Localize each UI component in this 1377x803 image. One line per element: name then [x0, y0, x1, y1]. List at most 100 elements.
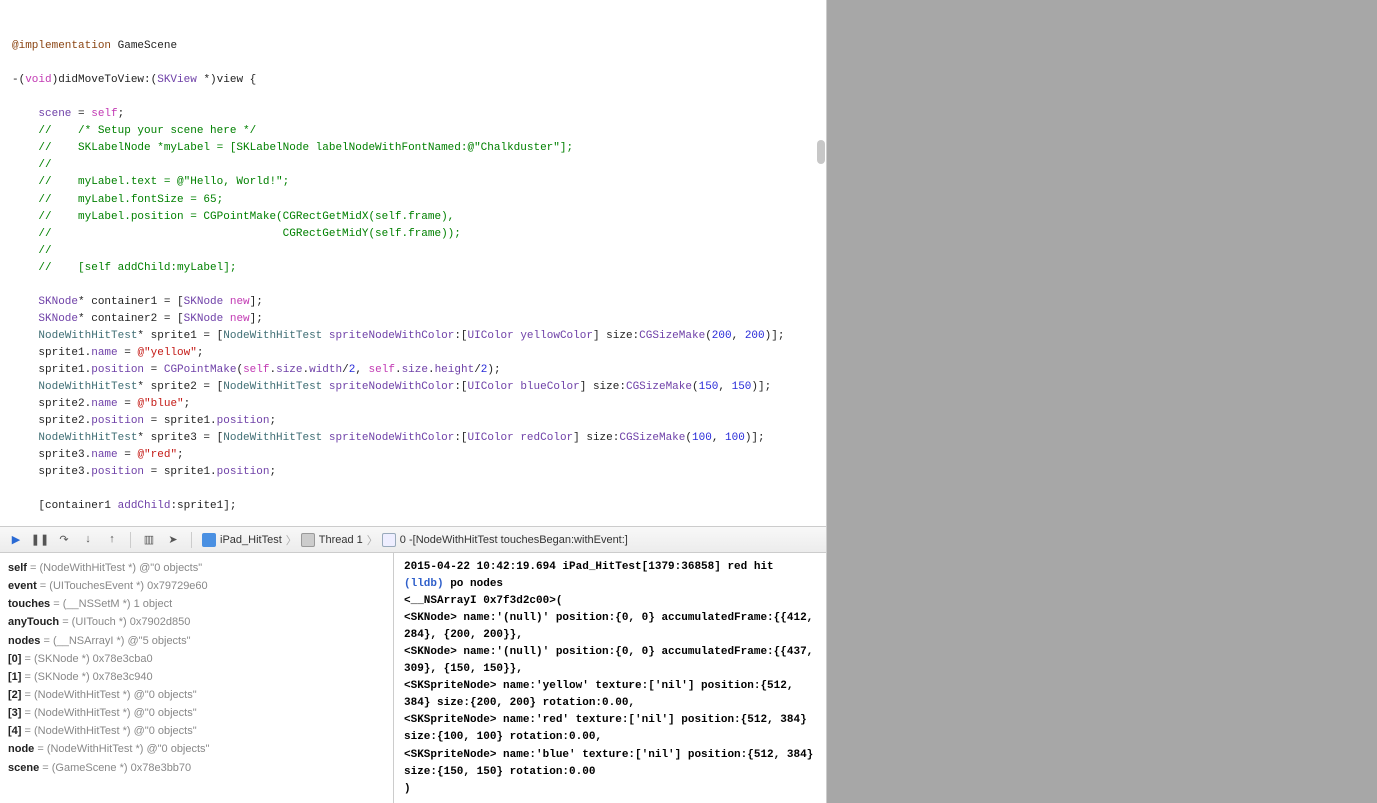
code-token: SKNode [184, 313, 224, 325]
code-token: ]; [250, 313, 263, 325]
code-token: * sprite3 = [ [137, 432, 223, 444]
code-token: @"yellow" [137, 347, 196, 359]
code-token: = [118, 398, 138, 410]
code-token: = sprite1. [144, 415, 217, 427]
variable-row[interactable]: [2] = (NodeWithHitTest *) @"0 objects" [8, 686, 385, 704]
variables-panel[interactable]: self = (NodeWithHitTest *) @"0 objects" … [0, 553, 394, 803]
variable-row[interactable]: [0] = (SKNode *) 0x78e3cba0 [8, 650, 385, 668]
code-comment: // /* Setup your scene here */ [12, 125, 256, 137]
code-token: sprite1. [12, 347, 91, 359]
code-comment: // myLabel.position = CGPointMake(CGRect… [12, 211, 454, 223]
variable-row[interactable]: touches = (__NSSetM *) 1 object [8, 595, 385, 613]
code-token: self [369, 364, 395, 376]
code-token: )]; [751, 381, 771, 393]
console-panel[interactable]: 2015-04-22 10:42:19.694 iPad_HitTest[137… [394, 553, 826, 803]
code-comment: // [self addChild:myLabel]; [12, 262, 236, 274]
variable-row[interactable]: scene = (GameScene *) 0x78e3bb70 [8, 759, 385, 777]
variable-row[interactable]: event = (UITouchesEvent *) 0x79729e60 [8, 577, 385, 595]
code-token: ; [118, 108, 125, 120]
variable-row[interactable]: [4] = (NodeWithHitTest *) @"0 objects" [8, 722, 385, 740]
code-token: blueColor [514, 381, 580, 393]
debug-area: self = (NodeWithHitTest *) @"0 objects" … [0, 553, 826, 803]
pause-icon[interactable]: ❚❚ [32, 532, 48, 548]
variable-row[interactable]: [1] = (SKNode *) 0x78e3c940 [8, 668, 385, 686]
project-icon [202, 533, 216, 547]
scrollbar-thumb[interactable] [817, 140, 825, 164]
code-editor[interactable]: @implementation GameScene -(void)didMove… [0, 0, 826, 527]
code-comment: // SKLabelNode *myLabel = [SKLabelNode l… [12, 142, 573, 154]
code-token: ; [269, 415, 276, 427]
code-token: * container2 = [ [78, 313, 184, 325]
variable-row[interactable]: [3] = (NodeWithHitTest *) @"0 objects" [8, 704, 385, 722]
view-hierarchy-icon[interactable]: ▥ [141, 532, 157, 548]
code-token: spriteNodeWithColor [322, 381, 454, 393]
code-token: NodeWithHitTest [223, 432, 322, 444]
code-token: sprite3. [12, 466, 91, 478]
step-over-icon[interactable]: ↷ [56, 532, 72, 548]
code-token: ; [197, 347, 204, 359]
code-token: ); [487, 364, 500, 376]
code-token: name [91, 398, 117, 410]
lldb-prompt: (lldb) [404, 578, 444, 590]
code-token: = [71, 108, 91, 120]
variable-row[interactable]: self = (NodeWithHitTest *) @"0 objects" [8, 559, 385, 577]
variable-row[interactable]: nodes = (__NSArrayI *) @"5 objects" [8, 632, 385, 650]
code-token: width [309, 364, 342, 376]
code-token: . [428, 364, 435, 376]
breadcrumb-frame: 0 -[NodeWithHitTest touchesBegan:withEve… [400, 534, 628, 546]
variable-row[interactable]: node = (NodeWithHitTest *) @"0 objects" [8, 740, 385, 758]
code-token: redColor [514, 432, 573, 444]
code-token: 150 [699, 381, 719, 393]
breadcrumb-project: iPad_HitTest [220, 534, 282, 546]
code-token: NodeWithHitTest [223, 381, 322, 393]
code-token: * sprite2 = [ [137, 381, 223, 393]
code-token: , [355, 364, 368, 376]
code-token: spriteNodeWithColor [322, 330, 454, 342]
variable-row[interactable]: anyTouch = (UITouch *) 0x7902d850 [8, 613, 385, 631]
code-token: new [223, 313, 249, 325]
code-token: , [718, 381, 731, 393]
debug-breadcrumb[interactable]: iPad_HitTest 〉 Thread 1 〉 0 -[NodeWithHi… [202, 532, 628, 548]
code-comment: // CGRectGetMidY(self.frame)); [12, 228, 461, 240]
lldb-command: po nodes [444, 578, 503, 590]
code-token: position [91, 466, 144, 478]
code-token: addChild [118, 500, 171, 512]
code-token: SKNode [12, 296, 78, 308]
code-token: , [712, 432, 725, 444]
console-output: <__NSArrayI 0x7f3d2c00>( <SKNode> name:'… [404, 595, 820, 795]
code-token: size [276, 364, 302, 376]
code-token: ] size: [593, 330, 639, 342]
code-token: ; [269, 466, 276, 478]
code-token: -( [12, 74, 25, 86]
code-token: . [395, 364, 402, 376]
code-token: CGSizeMake [619, 432, 685, 444]
code-token: scene [12, 108, 71, 120]
code-token: ] size: [580, 381, 626, 393]
code-token: )didMoveToView:( [52, 74, 158, 86]
code-token: NodeWithHitTest [12, 381, 137, 393]
code-token: CGSizeMake [639, 330, 705, 342]
code-token: spriteNodeWithColor [322, 432, 454, 444]
code-token: = [118, 449, 138, 461]
chevron-right-icon: 〉 [367, 532, 378, 548]
breadcrumb-thread: Thread 1 [319, 534, 363, 546]
code-token: ] size: [573, 432, 619, 444]
left-column: @implementation GameScene -(void)didMove… [0, 0, 827, 803]
code-token: = sprite1. [144, 466, 217, 478]
code-token: new [223, 296, 249, 308]
code-token: CGSizeMake [626, 381, 692, 393]
continue-icon[interactable]: ▶ [8, 532, 24, 548]
code-token: [container1 [12, 500, 118, 512]
code-token: ; [184, 398, 191, 410]
location-icon[interactable]: ➤ [165, 532, 181, 548]
code-token: * sprite1 = [ [137, 330, 223, 342]
code-token: void [25, 74, 51, 86]
step-in-icon[interactable]: ↓ [80, 532, 96, 548]
step-out-icon[interactable]: ↑ [104, 532, 120, 548]
code-comment: // [12, 245, 52, 257]
xcode-window: @implementation GameScene -(void)didMove… [0, 0, 1377, 803]
stackframe-icon [382, 533, 396, 547]
code-token: )]; [745, 432, 765, 444]
code-token: SKNode [184, 296, 224, 308]
code-token: UIColor [468, 330, 514, 342]
